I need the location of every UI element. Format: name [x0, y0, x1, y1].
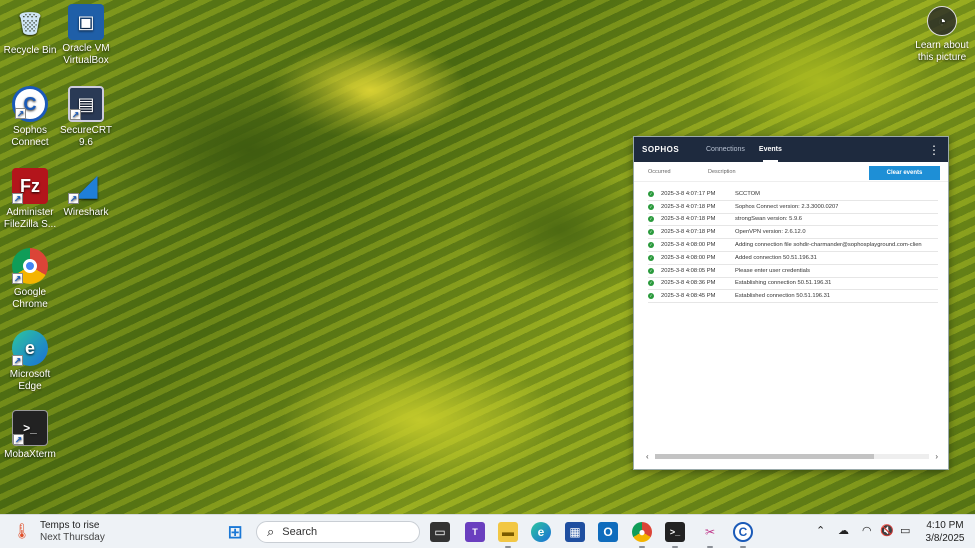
volume-muted-icon[interactable]: 🔇 — [880, 524, 894, 537]
event-row: ✓ 2025-3-8 4:07:17 PM SCCTOM — [648, 188, 938, 201]
scroll-right-icon[interactable]: › — [935, 452, 938, 461]
check-circle-icon: ✓ — [648, 229, 654, 236]
desktop-icon-recycle-bin[interactable]: 🗑 Recycle Bin — [0, 6, 60, 57]
thermometer-icon: 🌡 — [12, 523, 32, 540]
edge-icon: e ↗ — [12, 330, 48, 366]
event-row: ✓ 2025-3-8 4:07:18 PM strongSwan version: … — [648, 214, 938, 227]
events-list: ✓ 2025-3-8 4:07:17 PM SCCTOM ✓ 2025-3-8 4:0… — [634, 182, 948, 304]
sophos-taskbar-icon[interactable]: C — [733, 522, 753, 542]
desktop-icon-label: Recycle Bin — [3, 45, 57, 56]
shortcut-arrow-icon: ↗ — [12, 193, 23, 204]
shortcut-arrow-icon: ↗ — [68, 193, 79, 204]
desktop-icon-label: Wireshark — [63, 207, 109, 218]
chrome-icon: ↗ — [12, 248, 48, 284]
search-icon: ⌕ — [267, 524, 275, 539]
sophos-connect-icon: C ↗ — [12, 86, 48, 122]
desktop-icon-filezilla[interactable]: Fz ↗ Administer FileZilla S... — [0, 168, 60, 231]
file-explorer-icon[interactable]: ▬ — [498, 522, 518, 542]
desktop-icon-wireshark[interactable]: ◢ ↗ Wireshark — [56, 168, 116, 219]
event-row: ✓ 2025-3-8 4:08:00 PM Adding connection fi… — [648, 239, 938, 252]
desktop-icon-sophos-connect[interactable]: C ↗ Sophos Connect — [0, 86, 60, 149]
taskbar: 🌡 Temps to rise Next Thursday ⊞ ⌕ Search… — [0, 514, 975, 548]
clock-time: 4:10 PM — [926, 520, 964, 531]
cloud-icon[interactable]: ☁ — [838, 524, 849, 537]
desktop-icon-mobaxterm[interactable]: >_ ↗ MobaXterm — [0, 410, 60, 461]
check-circle-icon: ✓ — [648, 267, 654, 274]
store-icon[interactable]: ▦ — [565, 522, 585, 542]
task-view-icon[interactable]: ▭ — [430, 522, 450, 542]
windows-start-icon[interactable]: ⊞ — [225, 522, 245, 542]
check-circle-icon: ✓ — [648, 254, 654, 261]
shortcut-arrow-icon: ↗ — [70, 109, 81, 120]
search-placeholder: Search — [282, 526, 318, 538]
check-circle-icon: ✓ — [648, 280, 654, 287]
clock-date: 3/8/2025 — [925, 533, 965, 544]
check-circle-icon: ✓ — [648, 216, 654, 223]
learn-about-picture[interactable]: ◔ Learn about this picture — [912, 6, 972, 64]
mobaxterm-icon: >_ ↗ — [12, 410, 48, 446]
desktop-icon-label: Administer FileZilla S... — [3, 207, 57, 230]
desktop-icon-chrome[interactable]: ↗ Google Chrome — [0, 248, 60, 311]
terminal-icon[interactable]: >_ — [665, 522, 685, 542]
weather-line1: Temps to rise — [40, 520, 100, 531]
filezilla-icon: Fz ↗ — [12, 168, 48, 204]
scroll-track[interactable] — [654, 454, 930, 459]
desktop-icon-label: Oracle VM VirtualBox — [62, 43, 110, 66]
events-column-header: Occurred Description Clear events — [634, 162, 948, 182]
chevron-up-icon[interactable]: ⌃ — [816, 524, 825, 537]
column-occurred[interactable]: Occurred — [648, 169, 708, 175]
desktop-icon-label: Microsoft Edge — [9, 369, 51, 392]
shortcut-arrow-icon: ↗ — [13, 434, 24, 445]
desktop-icon-virtualbox[interactable]: ▣ Oracle VM VirtualBox — [56, 4, 116, 67]
horizontal-scrollbar[interactable]: ‹ › — [646, 452, 938, 461]
sophos-header: SOPHOS Connections Events ⋮ — [634, 137, 948, 162]
weather-widget[interactable]: 🌡 Temps to rise Next Thursday — [12, 520, 105, 544]
desktop-icon-label: Google Chrome — [12, 287, 48, 310]
column-description[interactable]: Description — [708, 169, 736, 175]
recycle-bin-icon: 🗑 — [16, 11, 44, 36]
learn-about-label: Learn about this picture — [915, 40, 969, 63]
teams-icon[interactable]: T — [465, 522, 485, 542]
outlook-icon[interactable]: O — [598, 522, 618, 542]
event-row: ✓ 2025-3-8 4:07:18 PM Sophos Connect versi… — [648, 201, 938, 214]
shortcut-arrow-icon: ↗ — [12, 273, 23, 284]
camera-lens-icon: ◔ — [927, 6, 957, 36]
snipping-tool-icon[interactable]: ✂ — [700, 522, 720, 542]
chrome-taskbar-icon[interactable]: ● — [632, 522, 652, 542]
check-circle-icon: ✓ — [648, 190, 654, 197]
virtualbox-icon: ▣ — [68, 4, 104, 40]
weather-line2: Next Thursday — [40, 532, 105, 543]
event-row: ✓ 2025-3-8 4:08:36 PM Establishing connect… — [648, 278, 938, 291]
check-circle-icon: ✓ — [648, 203, 654, 210]
clear-events-button[interactable]: Clear events — [869, 166, 940, 180]
desktop-icon-label: Sophos Connect — [11, 125, 49, 148]
check-circle-icon: ✓ — [648, 242, 654, 249]
securecrt-icon: ▤ ↗ — [68, 86, 104, 122]
shortcut-arrow-icon: ↗ — [15, 108, 26, 119]
desktop-icon-securecrt[interactable]: ▤ ↗ SecureCRT 9.6 — [56, 86, 116, 149]
tab-connections[interactable]: Connections — [706, 137, 745, 162]
wireshark-fin-icon: ◢ ↗ — [68, 169, 98, 204]
shortcut-arrow-icon: ↗ — [12, 355, 23, 366]
sophos-logo: SOPHOS — [642, 145, 680, 154]
search-input[interactable]: ⌕ Search — [256, 521, 420, 543]
desktop-icon-label: MobaXterm — [4, 449, 56, 460]
event-row: ✓ 2025-3-8 4:08:00 PM Added connection 50.… — [648, 252, 938, 265]
edge-taskbar-icon[interactable]: e — [531, 522, 551, 542]
wifi-icon[interactable]: ◠ — [862, 524, 872, 537]
clock[interactable]: 4:10 PM 3/8/2025 — [922, 519, 968, 545]
tab-events[interactable]: Events — [759, 137, 782, 162]
more-options-icon[interactable]: ⋮ — [928, 143, 940, 157]
event-row: ✓ 2025-3-8 4:08:05 PM Please enter user cr… — [648, 265, 938, 278]
event-row: ✓ 2025-3-8 4:08:45 PM Established connecti… — [648, 290, 938, 304]
event-row: ✓ 2025-3-8 4:07:18 PM OpenVPN version: 2.6… — [648, 226, 938, 240]
sophos-connect-window: SOPHOS Connections Events ⋮ Occurred Des… — [633, 136, 949, 470]
desktop-icon-edge[interactable]: e ↗ Microsoft Edge — [0, 330, 60, 393]
check-circle-icon: ✓ — [648, 293, 654, 300]
scroll-left-icon[interactable]: ‹ — [646, 452, 649, 461]
desktop-icon-label: SecureCRT 9.6 — [59, 125, 113, 148]
scroll-thumb[interactable] — [654, 454, 875, 459]
battery-icon[interactable]: ▭ — [900, 524, 910, 537]
